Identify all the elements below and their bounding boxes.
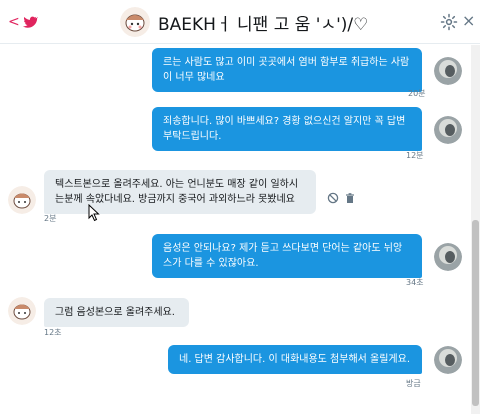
avatar[interactable]: [434, 116, 462, 144]
message-timestamp: 34초: [406, 278, 424, 287]
scrollbar-thumb[interactable]: [472, 220, 479, 406]
avatar[interactable]: [434, 346, 462, 374]
avatar[interactable]: [8, 186, 36, 214]
message-bubble-incoming[interactable]: 텍스트본으로 올려주세요. 아는 언니분도 매장 같이 일하시 는분께 속았다네…: [44, 170, 316, 214]
message-text-line: 네. 답변 감사합니다. 이 대화내용도 첨부해서 올릴게요.: [179, 354, 411, 365]
message-text-line: 스가 다를 수 있잖아요.: [163, 258, 259, 269]
message-text-line: 이 너무 많네요: [163, 72, 225, 83]
page-title: BAEKHㅓ 니팬 고 움 'ㅅ')/♡: [158, 15, 369, 35]
close-icon[interactable]: ×: [462, 12, 476, 30]
avatar[interactable]: [8, 297, 36, 325]
message-text-line: 르는 사람도 많고 이미 곳곳에서 염버 함부로 취급하는 사람: [163, 57, 410, 68]
message-text-line: 음성은 안되나요? 제가 듣고 쓰다보면 단어는 같아도 뉘앙: [163, 243, 403, 254]
message-timestamp: 20분: [408, 89, 426, 98]
avatar[interactable]: [434, 243, 462, 271]
message-bubble-outgoing[interactable]: 죄송합니다. 많이 바쁘세요? 경황 없으신건 알지만 꼭 답변 부탁드립니다.: [152, 107, 422, 151]
message-timestamp: 12초: [44, 328, 62, 337]
message-text-line: 부탁드립니다.: [163, 131, 222, 142]
avatar[interactable]: [120, 7, 150, 37]
avatar[interactable]: [434, 57, 462, 85]
message-thread[interactable]: 르는 사람도 많고 이미 곳곳에서 염버 함부로 취급하는 사람 이 너무 많네…: [0, 45, 472, 414]
conversation-header: < BAEKHㅓ 니팬 고 움 'ㅅ')/♡ ×: [0, 0, 480, 44]
message-timestamp: 방금: [406, 379, 421, 388]
message-bubble-incoming[interactable]: 그럼 음성본으로 올려주세요.: [44, 298, 189, 327]
message-bubble-outgoing[interactable]: 르는 사람도 많고 이미 곳곳에서 염버 함부로 취급하는 사람 이 너무 많네…: [152, 48, 422, 92]
message-bubble-outgoing[interactable]: 음성은 안되나요? 제가 듣고 쓰다보면 단어는 같아도 뉘앙 스가 다를 수 …: [152, 234, 422, 278]
message-timestamp: 2분: [44, 214, 57, 223]
twitter-bird-icon: [22, 16, 38, 28]
message-text-line: 그럼 음성본으로 올려주세요.: [55, 307, 175, 318]
report-icon[interactable]: [327, 192, 339, 204]
mouse-cursor-icon: [88, 204, 100, 222]
message-timestamp: 12분: [406, 151, 424, 160]
message-text-line: 텍스트본으로 올려주세요. 아는 언니분도 매장 같이 일하시: [55, 179, 299, 190]
message-bubble-outgoing[interactable]: 네. 답변 감사합니다. 이 대화내용도 첨부해서 올릴게요.: [168, 345, 422, 374]
message-text-line: 죄송합니다. 많이 바쁘세요? 경황 없으신건 알지만 꼭 답변: [163, 116, 406, 127]
delete-icon[interactable]: [344, 192, 356, 204]
gear-icon[interactable]: [440, 13, 458, 31]
